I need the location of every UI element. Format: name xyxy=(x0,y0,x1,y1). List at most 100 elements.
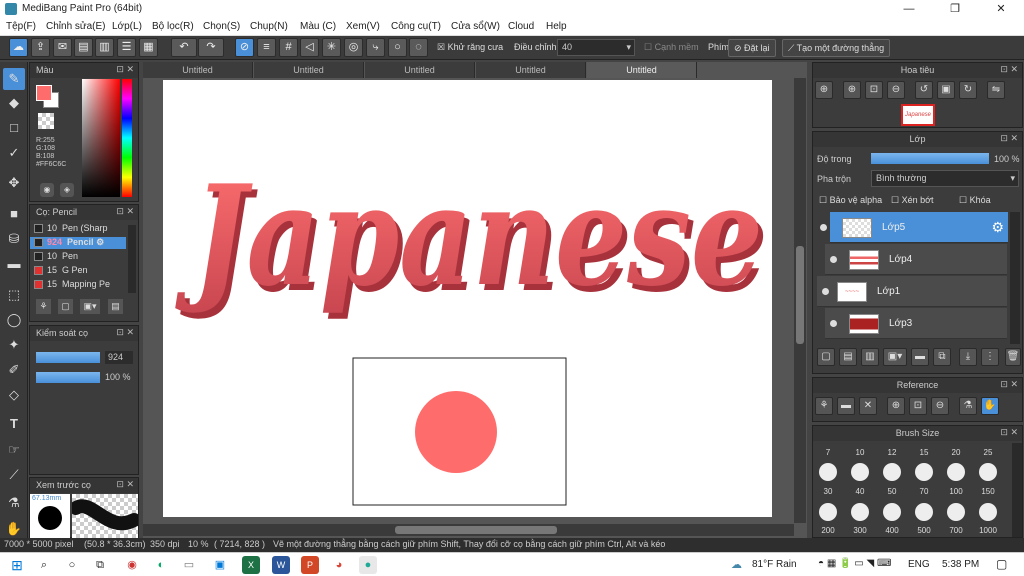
cortana-icon[interactable]: ○ xyxy=(63,556,81,574)
layer-opacity-slider[interactable] xyxy=(871,153,989,164)
horizontal-scroll-thumb[interactable] xyxy=(395,526,557,534)
horizontal-scrollbar[interactable] xyxy=(143,524,794,536)
brush-item[interactable]: 15 G Pen xyxy=(30,265,126,277)
move-tool-icon[interactable]: ✥ xyxy=(3,172,25,194)
rotate-right-icon[interactable]: ↻ xyxy=(959,81,977,99)
eye-icon[interactable] xyxy=(820,224,827,231)
redo-icon[interactable]: ↷ xyxy=(198,38,224,57)
brush-size-option[interactable] xyxy=(915,503,933,521)
bucket-tool-icon[interactable]: ⛁ xyxy=(3,228,25,250)
magic-wand-icon[interactable]: ✦ xyxy=(3,334,25,356)
brush-size-option[interactable] xyxy=(979,463,997,481)
layer-row[interactable]: Lớp3 xyxy=(825,308,1007,339)
eye-icon[interactable] xyxy=(830,320,837,327)
panel-menu-icon[interactable]: ⊡ ✕ xyxy=(116,327,134,338)
ellipse-ruler-icon[interactable]: ◌ xyxy=(409,38,428,57)
hand-tool-icon[interactable]: ✋ xyxy=(3,518,25,540)
brush-item[interactable]: 15 Mapping Pe xyxy=(30,279,126,291)
fit-icon[interactable]: ⊡ xyxy=(865,81,883,99)
palette-icon[interactable]: ◉ xyxy=(40,183,54,197)
brush-size-option[interactable] xyxy=(947,503,965,521)
eyedropper-tool-icon[interactable]: ⚗ xyxy=(3,492,25,514)
protect-alpha-checkbox[interactable]: ☐ Bảo vệ alpha xyxy=(819,195,882,206)
reference-close-icon[interactable]: ✕ xyxy=(859,397,877,415)
vertical-scrollbar[interactable] xyxy=(794,78,806,523)
tray-icons[interactable]: ◓ ▦ 🔋 ▭ ◥ ⌨ xyxy=(818,558,891,569)
document-tab-active[interactable]: Untitled xyxy=(587,62,697,78)
drawing-paper[interactable]: Japanese Japanese xyxy=(163,80,772,517)
menu-edit[interactable]: Chỉnh sửa(E) xyxy=(46,21,106,32)
reference-fit-icon[interactable]: ⊡ xyxy=(909,397,927,415)
document-tab[interactable]: Untitled xyxy=(476,62,586,78)
menu-layer[interactable]: Lớp(L) xyxy=(112,21,142,32)
pc-icon[interactable]: ▣ xyxy=(211,556,229,574)
brush-size-option[interactable] xyxy=(851,463,869,481)
reference-hand-icon[interactable]: ✋ xyxy=(981,397,999,415)
operation-tool-icon[interactable]: ☞ xyxy=(3,439,25,461)
folder-icon[interactable]: ▬ xyxy=(911,348,929,366)
perspective-ruler-icon[interactable]: ◁ xyxy=(300,38,319,57)
lasso-tool-icon[interactable]: ◯ xyxy=(3,309,25,331)
brush-list-scrollbar[interactable] xyxy=(128,225,136,293)
adjust-select[interactable]: 40 ▾ xyxy=(557,39,635,56)
merge-down-icon[interactable]: ⤓ xyxy=(959,348,977,366)
reference-open-icon[interactable]: ▬ xyxy=(837,397,855,415)
new-layer-icon[interactable]: ▢ xyxy=(817,348,835,366)
brush-size-option[interactable] xyxy=(979,503,997,521)
powerpoint-icon[interactable]: P xyxy=(301,556,319,574)
brush-options-icon[interactable]: ▣▾ xyxy=(80,299,100,314)
panel-icon[interactable]: ▤ xyxy=(74,38,93,57)
language-indicator[interactable]: ENG xyxy=(908,559,930,570)
concentric-ruler-icon[interactable]: ◎ xyxy=(344,38,363,57)
brush-tool-icon[interactable]: ✎ xyxy=(3,68,25,90)
brush-settings-icon[interactable]: ▤ xyxy=(108,299,123,314)
swap-icon[interactable]: ◈ xyxy=(60,183,74,197)
menu-window[interactable]: Cửa sổ(W) xyxy=(451,21,500,32)
undo-icon[interactable]: ↶ xyxy=(171,38,197,57)
notification-icon[interactable]: ▢ xyxy=(996,557,1007,571)
page-icon[interactable]: ▥ xyxy=(95,38,114,57)
reset-button[interactable]: ⊘ Đặt lại xyxy=(728,39,776,57)
reference-eyedropper-icon[interactable]: ⚗ xyxy=(959,397,977,415)
medibang-taskbar-icon[interactable]: ● xyxy=(359,556,377,574)
transparent-swatch[interactable] xyxy=(38,113,54,129)
parallel-ruler-icon[interactable]: ≡ xyxy=(257,38,276,57)
brush-size-option[interactable] xyxy=(915,463,933,481)
panel-menu-icon[interactable]: ⊡ ✕ xyxy=(1000,427,1018,438)
fill-rect-tool-icon[interactable]: ■ xyxy=(3,203,25,225)
gear-icon[interactable]: ⚙ xyxy=(96,237,104,247)
text-tool-icon[interactable]: T xyxy=(3,413,25,435)
eye-icon[interactable] xyxy=(822,288,829,295)
curve-ruler-icon[interactable]: ⤷ xyxy=(366,38,385,57)
menu-tools[interactable]: Công cụ(T) xyxy=(391,21,441,32)
smooth-checkbox[interactable]: ☐ Cạnh mềm xyxy=(644,42,699,53)
menu-color[interactable]: Màu (C) xyxy=(300,21,336,32)
delete-layer-icon[interactable]: 🗑 xyxy=(1005,348,1021,366)
menu-filter[interactable]: Bộ lọc(R) xyxy=(152,21,194,32)
add-layer-menu-icon[interactable]: ▣▾ xyxy=(883,348,907,366)
menu-cloud[interactable]: Cloud xyxy=(508,21,534,32)
panel-menu-icon[interactable]: ⊡ ✕ xyxy=(116,206,134,217)
menu-help[interactable]: Help xyxy=(546,21,567,32)
zoom-out-icon[interactable]: ⊖ xyxy=(887,81,905,99)
add-brush-icon[interactable]: ⚘ xyxy=(36,299,51,314)
share-icon[interactable]: ⇪ xyxy=(31,38,50,57)
layer-row[interactable]: ~~~~ Lớp1 xyxy=(817,276,1007,307)
select-eraser-icon[interactable]: ◇ xyxy=(3,384,25,406)
brush-size-option[interactable] xyxy=(947,463,965,481)
ruler-off-icon[interactable]: ⊘ xyxy=(235,38,254,57)
menu-snap[interactable]: Chụp(N) xyxy=(250,21,288,32)
brush-size-slider[interactable] xyxy=(36,352,100,363)
saturation-box[interactable] xyxy=(82,79,120,197)
select-pen-icon[interactable]: ✐ xyxy=(3,359,25,381)
close-button[interactable]: ✕ xyxy=(978,0,1024,18)
task-view-icon[interactable]: ⧉ xyxy=(91,556,109,574)
new-brush-icon[interactable]: ▢ xyxy=(58,299,73,314)
rotate-left-icon[interactable]: ↺ xyxy=(915,81,933,99)
fullscreen-icon[interactable]: ▣ xyxy=(937,81,955,99)
reference-zoom-in-icon[interactable]: ⊕ xyxy=(887,397,905,415)
weather-text[interactable]: 81°F Rain xyxy=(752,559,797,570)
brush-size-option[interactable] xyxy=(819,503,837,521)
brush-size-value[interactable]: 924 xyxy=(105,351,133,364)
gradient-tool-icon[interactable]: ▬ xyxy=(3,253,25,275)
